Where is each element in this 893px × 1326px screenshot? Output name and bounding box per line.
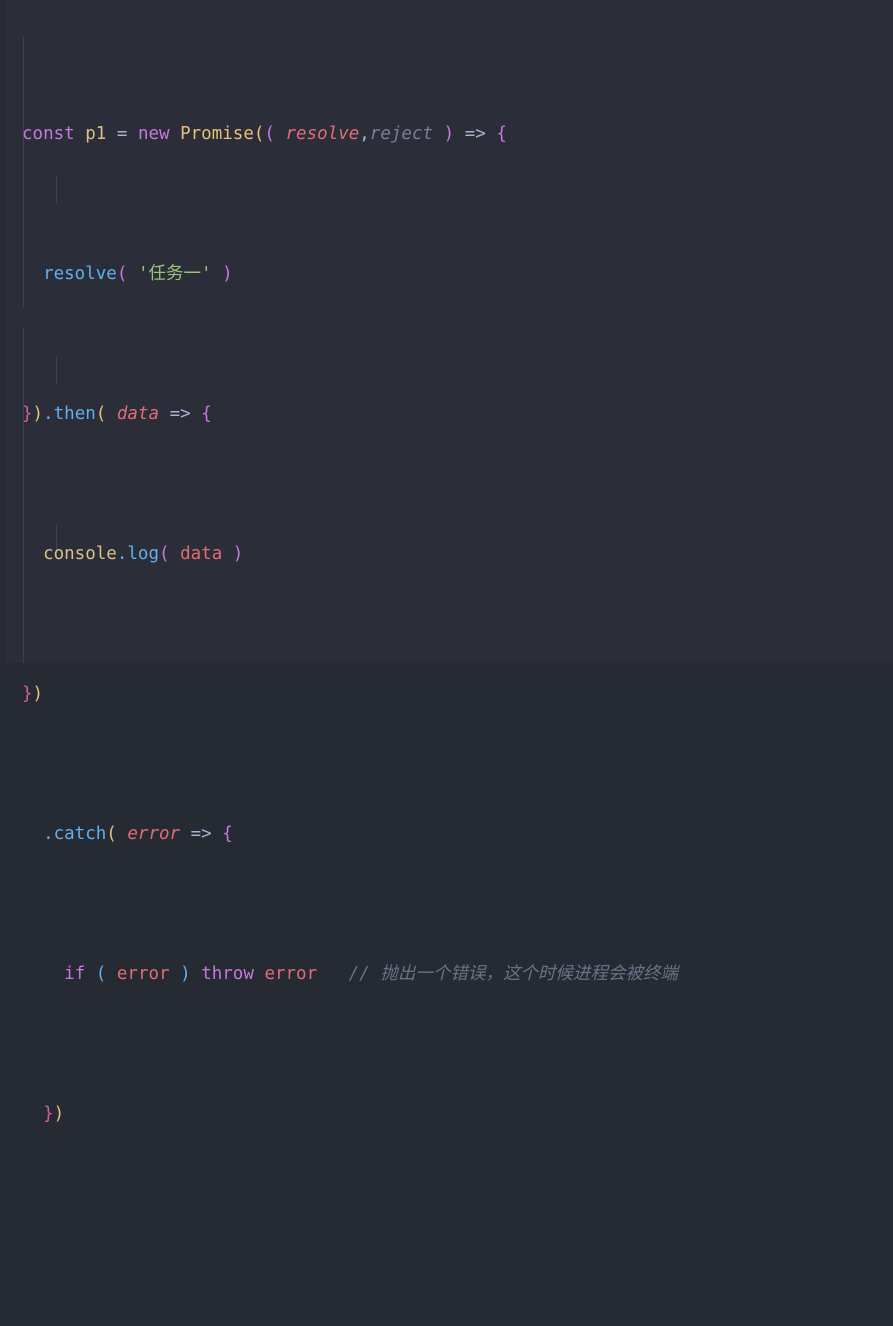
token-class-promise: Promise	[180, 124, 254, 144]
token-paren-open: (	[95, 404, 107, 424]
token-string-task1: '任务一'	[137, 264, 212, 284]
code-line[interactable]: })	[0, 680, 893, 708]
token-parameter-error: error	[264, 964, 318, 984]
token-operator-comma: ,	[359, 124, 370, 144]
token-parameter-data: data	[116, 404, 160, 424]
code-line[interactable]: resolve( '任务一' )	[0, 260, 893, 288]
token-keyword-throw: throw	[201, 964, 254, 984]
code-content[interactable]: const p1 = new Promise(( resolve,reject …	[0, 0, 893, 1124]
token-paren-close: )	[53, 1104, 65, 1124]
token-paren-open: (	[159, 544, 170, 564]
token-parameter-reject-unused: reject	[369, 124, 434, 144]
code-line[interactable]: .catch( error => {	[0, 820, 893, 848]
token-parameter-data: data	[180, 544, 223, 564]
token-paren-close: )	[32, 404, 44, 424]
token-brace-close: }	[43, 1104, 54, 1124]
token-paren-open: (	[106, 824, 117, 844]
token-brace-open: {	[201, 404, 212, 424]
token-function-catch: .catch	[43, 824, 107, 844]
token-paren-close: )	[232, 544, 244, 564]
token-method-log: .log	[116, 544, 159, 564]
token-parameter-error: error	[116, 964, 170, 984]
token-brace-close: }	[22, 404, 33, 424]
token-keyword-const: const	[22, 124, 75, 144]
token-brace-close: }	[22, 684, 33, 704]
token-operator-arrow: =>	[190, 824, 212, 844]
code-line[interactable]: if ( error ) throw error // 抛出一个错误，这个时候进…	[0, 960, 893, 988]
code-line[interactable]: })	[0, 1100, 893, 1128]
token-operator-arrow: =>	[169, 404, 191, 424]
token-parameter-resolve: resolve	[285, 124, 360, 144]
token-function-resolve: resolve	[43, 264, 117, 284]
token-comment: // 抛出一个错误，这个时候进程会被终端	[348, 964, 678, 984]
editor-left-gutter-strip	[0, 0, 6, 663]
token-variable-p1: p1	[85, 124, 107, 144]
token-paren-close: )	[222, 264, 233, 284]
token-object-console: console	[43, 544, 117, 564]
token-paren-open: (	[253, 124, 265, 144]
token-parameter-error: error	[127, 824, 181, 844]
token-keyword-if: if	[64, 964, 86, 984]
token-operator-assign: =	[116, 124, 128, 144]
token-paren-close: )	[180, 964, 191, 984]
token-paren-close: )	[32, 684, 44, 704]
token-brace-open: {	[496, 124, 507, 144]
code-line-blank[interactable]	[0, 1240, 893, 1268]
token-operator-arrow: =>	[464, 124, 486, 144]
token-paren-open: (	[95, 964, 107, 984]
token-paren-open: (	[116, 264, 128, 284]
token-function-then: .then	[43, 404, 96, 424]
token-keyword-new: new	[137, 124, 170, 144]
code-line[interactable]: }).then( data => {	[0, 400, 893, 428]
code-editor[interactable]: const p1 = new Promise(( resolve,reject …	[0, 0, 893, 1124]
code-line[interactable]: const p1 = new Promise(( resolve,reject …	[0, 120, 893, 148]
token-paren-open: (	[264, 124, 275, 144]
code-line[interactable]: console.log( data )	[0, 540, 893, 568]
token-paren-close: )	[443, 124, 455, 144]
token-brace-open: {	[222, 824, 233, 844]
